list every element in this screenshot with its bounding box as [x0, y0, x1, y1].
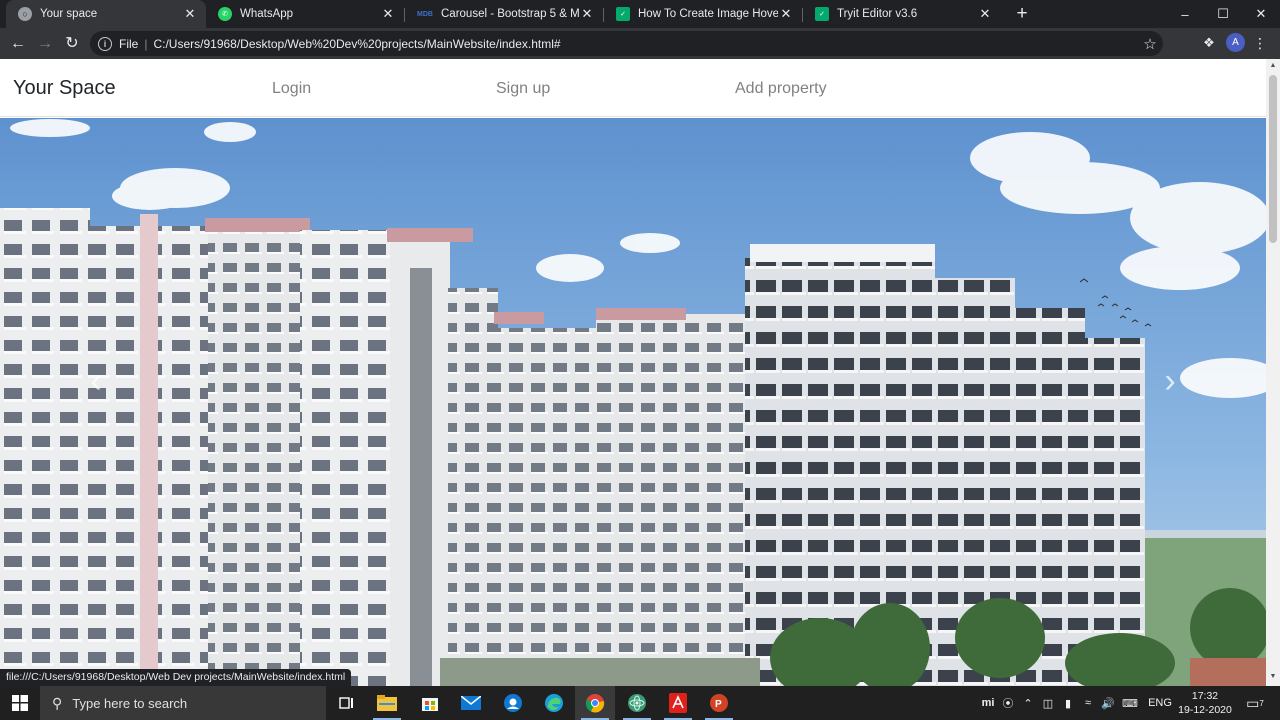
language-indicator[interactable]: ENG — [1146, 686, 1174, 720]
minimize-button[interactable]: – — [1166, 0, 1204, 28]
tab-title: Carousel - Bootstrap 5 & Materia — [441, 8, 579, 20]
close-window-button[interactable]: ✕ — [1242, 0, 1280, 28]
carousel-prev-button[interactable]: ‹ — [76, 358, 116, 404]
search-placeholder: Type here to search — [72, 695, 188, 711]
close-tab-icon[interactable]: ✕ — [977, 6, 993, 22]
carousel-next-button[interactable]: › — [1150, 358, 1190, 404]
tab-strip: ○ Your space ✕ ✆ WhatsApp ✕ MDB Carousel… — [0, 0, 1280, 28]
forward-button[interactable]: → — [34, 33, 56, 55]
w3schools-icon: ✓ — [815, 7, 829, 21]
tab-title: Your space — [40, 8, 98, 20]
accessibility-icon[interactable]: ⦿ — [998, 686, 1018, 720]
taskbar-search[interactable]: ⚲ Type here to search — [40, 686, 326, 720]
microsoft-store-icon[interactable] — [410, 686, 450, 720]
address-bar[interactable]: i File | C:/Users/91968/Desktop/Web%20De… — [90, 31, 1163, 56]
tab-carousel-mdb[interactable]: MDB Carousel - Bootstrap 5 & Materia ✕ — [405, 0, 603, 28]
task-view-icon[interactable] — [327, 686, 367, 720]
close-tab-icon[interactable]: ✕ — [380, 6, 396, 22]
browser-toolbar: ← → ↻ i File | C:/Users/91968/Desktop/We… — [0, 28, 1280, 59]
tab-image-hover[interactable]: ✓ How To Create Image Hover Ove ✕ — [604, 0, 802, 28]
w3schools-icon: ✓ — [616, 7, 630, 21]
tab-title: Tryit Editor v3.6 — [837, 8, 918, 20]
tab-your-space[interactable]: ○ Your space ✕ — [6, 0, 206, 28]
onedrive-icon[interactable] — [493, 686, 533, 720]
clock-time: 17:32 — [1191, 690, 1219, 702]
clock[interactable]: 17:32 19-12-2020 — [1176, 689, 1234, 717]
extensions-puzzle-icon[interactable]: ❖ — [1199, 33, 1219, 53]
notifications-icon[interactable]: ▭ 7 — [1238, 686, 1272, 720]
maximize-button[interactable]: ☐ — [1204, 0, 1242, 28]
close-tab-icon[interactable]: ✕ — [579, 6, 595, 22]
scroll-down-arrow-icon[interactable]: ▼ — [1269, 673, 1277, 683]
acrobat-icon[interactable] — [658, 686, 698, 720]
apartment-towers-photo — [0, 118, 1266, 686]
tab-tryit-editor[interactable]: ✓ Tryit Editor v3.6 ✕ — [803, 0, 1001, 28]
nav-login-link[interactable]: Login — [272, 80, 311, 98]
atom-icon[interactable] — [617, 686, 657, 720]
profile-avatar[interactable]: A — [1226, 33, 1245, 52]
tab-title: How To Create Image Hover Ove — [638, 8, 778, 20]
scroll-up-arrow-icon[interactable]: ▲ — [1269, 62, 1277, 72]
windows-logo-icon — [12, 695, 28, 711]
powerpoint-icon[interactable]: P — [699, 686, 739, 720]
close-tab-icon[interactable]: ✕ — [182, 6, 198, 22]
link-status-bar: file:///C:/Users/91968/Desktop/Web Dev p… — [0, 669, 352, 686]
site-brand[interactable]: Your Space — [13, 77, 116, 100]
nav-add-property-link[interactable]: Add property — [735, 80, 827, 98]
reload-button[interactable]: ↻ — [61, 33, 83, 55]
url-text[interactable]: C:/Users/91968/Desktop/Web%20Dev%20proje… — [153, 37, 1137, 51]
file-explorer-icon[interactable] — [367, 686, 407, 720]
bookmark-star-icon[interactable]: ☆ — [1137, 35, 1163, 53]
edge-icon[interactable] — [534, 686, 574, 720]
info-icon[interactable]: i — [98, 36, 112, 51]
close-tab-icon[interactable]: ✕ — [778, 6, 794, 22]
whatsapp-icon: ✆ — [218, 7, 232, 21]
start-button[interactable] — [0, 686, 40, 720]
mdb-icon: MDB — [417, 10, 433, 18]
tab-whatsapp[interactable]: ✆ WhatsApp ✕ — [206, 0, 404, 28]
page-scrollbar[interactable]: ▲ ▼ — [1266, 59, 1280, 686]
chrome-icon[interactable] — [575, 686, 615, 720]
divider: | — [144, 36, 148, 51]
mi-icon[interactable]: mi — [978, 686, 998, 720]
page-viewport: Your Space Login Sign up Add property ‹ … — [0, 59, 1280, 686]
show-hidden-icons-icon[interactable]: ⌃ — [1018, 686, 1038, 720]
svg-text:P: P — [715, 699, 722, 710]
usb-icon[interactable]: ◫ — [1038, 686, 1058, 720]
nav-signup-link[interactable]: Sign up — [496, 80, 550, 98]
new-tab-button[interactable]: + — [1012, 4, 1032, 24]
keyboard-icon[interactable]: ⌨ — [1118, 686, 1142, 720]
clock-date: 19-12-2020 — [1178, 704, 1232, 716]
globe-icon: ○ — [18, 7, 32, 21]
site-navbar: Your Space Login Sign up Add property — [0, 59, 1266, 117]
scroll-thumb[interactable] — [1269, 75, 1277, 243]
search-icon: ⚲ — [52, 694, 63, 711]
notification-count: 7 — [1259, 698, 1264, 708]
scheme-label: File — [119, 36, 139, 51]
wifi-icon[interactable]: ≈ — [1078, 686, 1098, 720]
tab-title: WhatsApp — [240, 8, 294, 20]
battery-icon[interactable]: ▮ — [1058, 686, 1078, 720]
windows-taskbar: ⚲ Type here to search P mi ⦿ ⌃ ◫ ▮ ≈ 🔊 ⌨… — [0, 686, 1280, 720]
hero-carousel[interactable]: ‹ › — [0, 118, 1266, 686]
mail-icon[interactable] — [451, 686, 491, 720]
browser-menu-icon[interactable]: ⋮ — [1252, 33, 1268, 53]
back-button[interactable]: ← — [7, 33, 29, 55]
volume-icon[interactable]: 🔊 — [1098, 686, 1118, 720]
